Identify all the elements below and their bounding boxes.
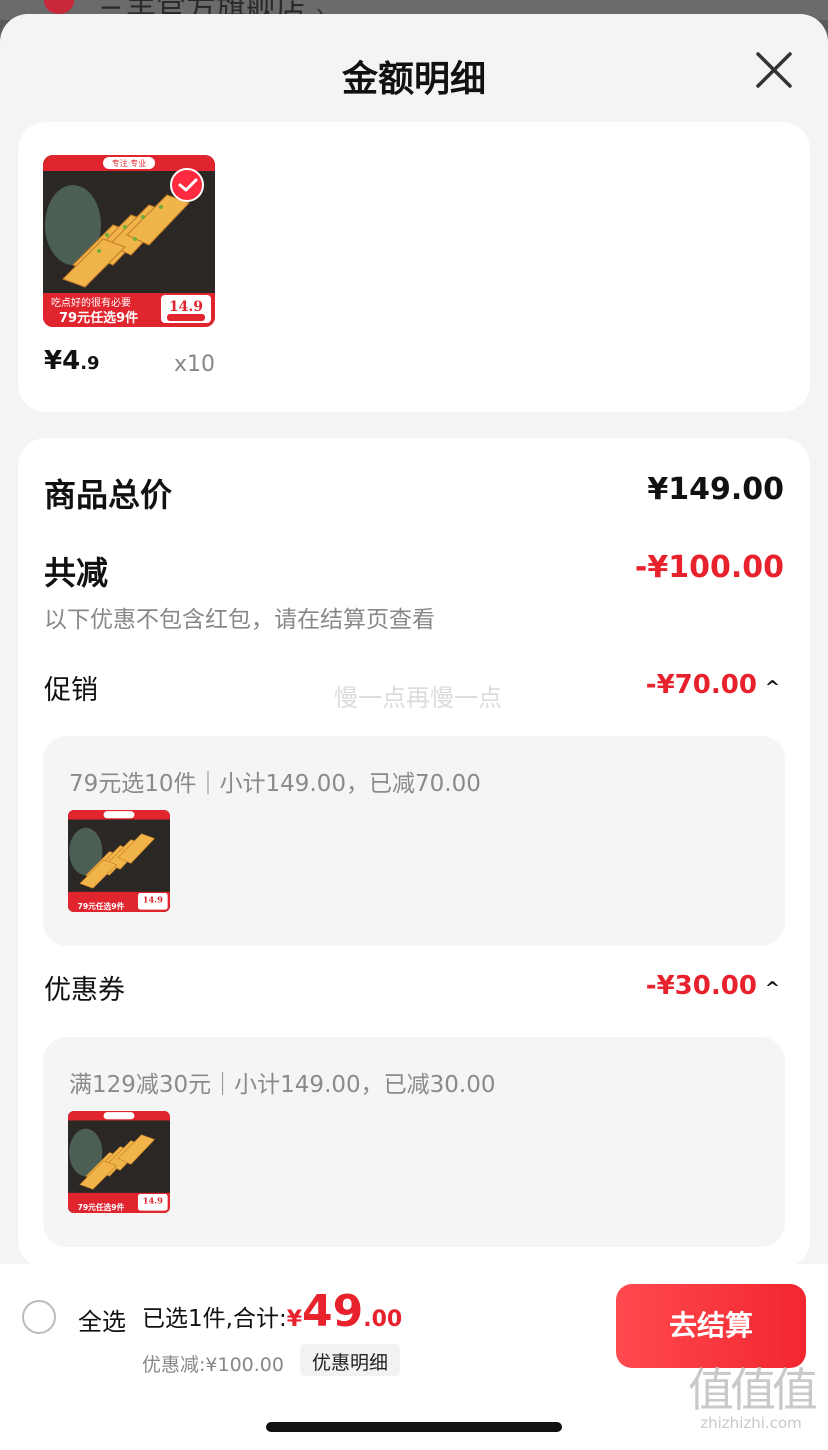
selected-check-badge <box>170 168 204 202</box>
total-reduction-value: -¥100.00 <box>634 550 784 585</box>
red-packet-note: 以下优惠不包含红包，请在结算页查看 <box>44 607 435 633</box>
promotion-toggle[interactable]: -¥70.00 ^ <box>646 670 780 700</box>
sheet-title: 金额明细 <box>341 59 486 100</box>
select-all-label[interactable]: 全选 <box>78 1302 126 1337</box>
coupon-value: -¥30.00 <box>645 971 757 1001</box>
svg-text:14.9: 14.9 <box>143 895 163 905</box>
watermark-text: 慢一点再慢一点 <box>334 684 502 712</box>
total-cents: .00 <box>363 1307 403 1332</box>
check-icon <box>178 178 198 192</box>
coupon-product-thumbnail[interactable]: 79元任选9件 14.9 <box>68 1111 170 1213</box>
amount-detail-sheet: 金额明细 专注·专业 吃点好的很有必要 79元任选9件 14.9 ¥4.9 x1… <box>0 14 828 1450</box>
promotion-detail-box: 79元选10件｜小计149.00，已减70.00 79元任选9件 14.9 <box>43 736 785 946</box>
pancake-product-image: 79元任选9件 14.9 <box>68 810 170 912</box>
total-reduction-label: 共减 <box>44 554 109 592</box>
svg-text:吃点好的很有必要: 吃点好的很有必要 <box>51 296 131 309</box>
checkout-button[interactable]: 去结算 <box>616 1284 806 1368</box>
promotion-detail-text: 79元选10件｜小计149.00，已减70.00 <box>69 771 481 797</box>
site-watermark-glyphs: 值值值 <box>688 1363 818 1417</box>
checkbox-icon <box>44 0 74 14</box>
discount-detail-button[interactable]: 优惠明细 <box>300 1344 401 1376</box>
coupon-detail-text: 满129减30元｜小计149.00，已减30.00 <box>69 1072 496 1098</box>
product-quantity: x10 <box>174 352 216 377</box>
coupon-detail-box: 满129减30元｜小计149.00，已减30.00 79元任选9件 14.9 <box>43 1037 785 1247</box>
svg-text:79元任选9件: 79元任选9件 <box>77 1202 124 1212</box>
product-card: 专注·专业 吃点好的很有必要 79元任选9件 14.9 ¥4.9 x10 <box>18 122 810 412</box>
promotion-value: -¥70.00 <box>645 670 757 700</box>
order-summary: 已选1件,合计:¥49.00 <box>142 1286 402 1337</box>
promotion-label: 促销 <box>44 675 98 706</box>
home-indicator[interactable] <box>266 1422 562 1432</box>
site-watermark: 值值值 zhizhizhi.com <box>676 1366 826 1432</box>
pancake-product-image: 79元任选9件 14.9 <box>68 1111 170 1213</box>
currency-symbol: ¥ <box>286 1307 303 1332</box>
coupon-label: 优惠券 <box>44 975 125 1006</box>
svg-text:14.9: 14.9 <box>143 1196 163 1206</box>
promotion-product-thumbnail[interactable]: 79元任选9件 14.9 <box>68 810 170 912</box>
discount-amount: 优惠减:¥100.00 <box>142 1354 284 1376</box>
total-price-value: ¥149.00 <box>647 472 784 507</box>
coupon-toggle[interactable]: -¥30.00 ^ <box>646 971 780 1001</box>
svg-text:79元任选9件: 79元任选9件 <box>59 310 138 326</box>
close-button[interactable] <box>752 48 796 92</box>
selected-count-label: 已选1件,合计: <box>142 1306 287 1332</box>
price-detail-card: 商品总价 ¥149.00 共减 -¥100.00 以下优惠不包含红包，请在结算页… <box>18 438 810 1268</box>
chevron-up-icon: ^ <box>764 978 780 999</box>
svg-text:79元任选9件: 79元任选9件 <box>77 901 124 911</box>
select-all-radio[interactable] <box>22 1300 56 1334</box>
svg-text:专注·专业: 专注·专业 <box>112 158 147 168</box>
total-price-label: 商品总价 <box>44 476 173 514</box>
svg-text:14.9: 14.9 <box>169 299 203 315</box>
close-icon <box>756 52 792 88</box>
chevron-up-icon: ^ <box>764 677 780 698</box>
product-unit-price: ¥4.9 <box>44 346 100 376</box>
total-amount: 49 <box>302 1286 364 1337</box>
